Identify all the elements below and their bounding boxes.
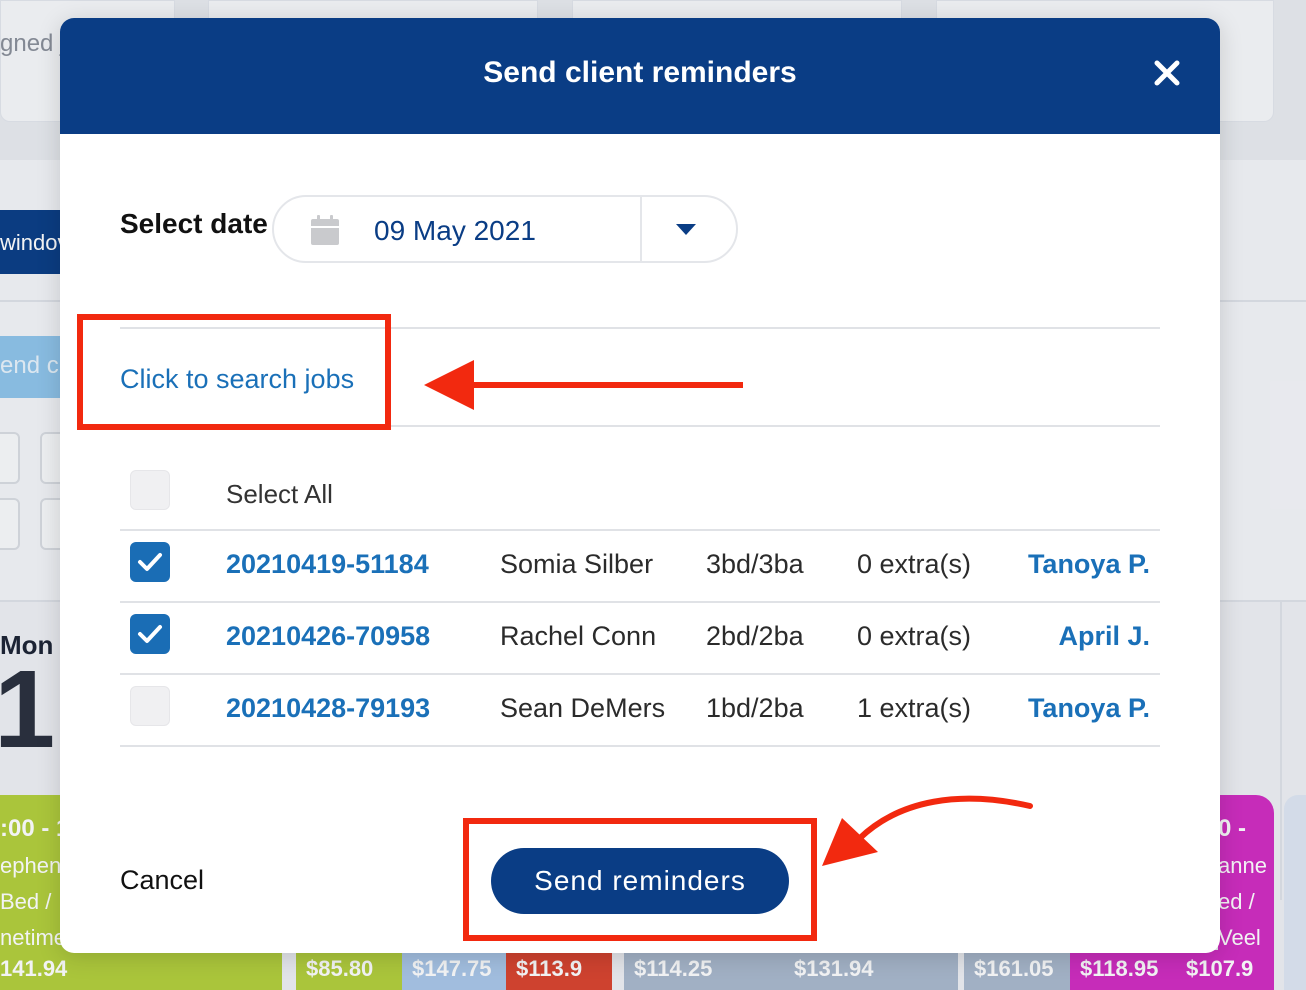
modal-header: Send client reminders xyxy=(60,18,1220,134)
select-all-checkbox[interactable] xyxy=(130,470,170,510)
job-number-link[interactable]: 20210426-70958 xyxy=(226,621,430,652)
divider xyxy=(120,673,1160,675)
job-checkbox[interactable] xyxy=(130,686,170,726)
date-picker-divider xyxy=(640,197,642,261)
job-client: Rachel Conn xyxy=(500,621,657,651)
date-picker[interactable]: 09 May 2021 xyxy=(272,195,738,263)
annotation-highlight-box xyxy=(77,314,391,430)
job-extras: 0 extra(s) xyxy=(857,549,972,579)
job-client: Somia Silber xyxy=(500,549,654,579)
selected-date: 09 May 2021 xyxy=(374,215,536,246)
divider xyxy=(120,601,1160,603)
job-checkbox[interactable] xyxy=(130,542,170,582)
job-number-link[interactable]: 20210419-51184 xyxy=(226,549,429,580)
job-size: 3bd/3ba xyxy=(706,549,804,579)
job-size: 1bd/2ba xyxy=(706,693,804,723)
job-checkbox[interactable] xyxy=(130,614,170,654)
caret-down-icon[interactable] xyxy=(676,223,696,235)
job-assignee[interactable]: Tanoya P. xyxy=(1028,693,1150,724)
calendar-icon xyxy=(310,214,340,246)
checkmark-icon xyxy=(138,553,162,571)
job-client: Sean DeMers xyxy=(500,693,666,723)
checkmark-icon xyxy=(138,625,162,643)
close-icon[interactable] xyxy=(1152,58,1182,88)
send-reminders-modal: Send client reminders Select date 09 May… xyxy=(60,18,1220,953)
job-assignee[interactable]: Tanoya P. xyxy=(1028,549,1150,580)
select-date-label: Select date xyxy=(120,208,268,239)
modal-title: Send client reminders xyxy=(483,56,797,89)
divider xyxy=(120,745,1160,747)
job-size: 2bd/2ba xyxy=(706,621,804,651)
select-all-label: Select All xyxy=(226,479,333,509)
job-assignee[interactable]: April J. xyxy=(1058,621,1150,652)
annotation-highlight-box xyxy=(463,818,817,941)
job-extras: 1 extra(s) xyxy=(857,693,972,723)
job-number-link[interactable]: 20210428-79193 xyxy=(226,693,430,724)
cancel-button[interactable]: Cancel xyxy=(120,865,204,896)
job-extras: 0 extra(s) xyxy=(857,621,972,651)
divider xyxy=(120,529,1160,531)
